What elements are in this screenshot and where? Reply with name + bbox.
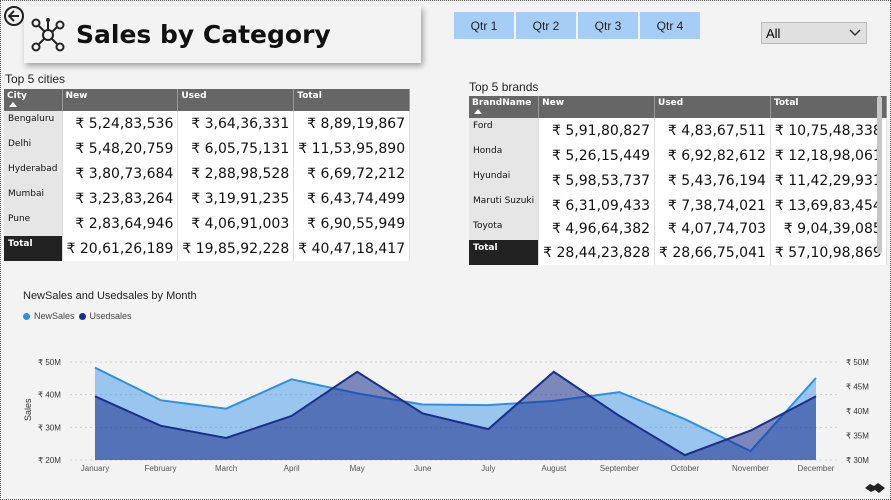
filter-selected-value: All: [766, 25, 781, 41]
y-tick-label-right: ₹ 30M: [846, 456, 869, 465]
col-header-new[interactable]: New: [62, 89, 179, 111]
page-title: Sales by Category: [76, 20, 331, 49]
quarter-slicer: Qtr 1 Qtr 2 Qtr 3 Qtr 4: [454, 12, 700, 39]
handshake-icon: [865, 483, 885, 493]
col-header-total[interactable]: Total: [770, 96, 887, 118]
y-tick-label-right: ₹ 35M: [846, 432, 869, 441]
qtr-4-button[interactable]: Qtr 4: [640, 12, 700, 39]
table-row: Hyderabad ₹ 3,80,73,684 ₹ 2,88,98,528 ₹ 6,6…: [4, 161, 411, 186]
qtr-1-button[interactable]: Qtr 1: [454, 12, 514, 39]
back-button[interactable]: [4, 6, 24, 26]
table-row: Toyota ₹ 4,96,64,382 ₹ 4,07,74,703 ₹ 9,04,3…: [469, 218, 887, 240]
qtr-3-button[interactable]: Qtr 3: [578, 12, 638, 39]
table-total-row: Total ₹ 20,61,26,189 ₹ 19,85,92,228 ₹ 40,47…: [4, 236, 411, 261]
x-tick-label: May: [350, 464, 365, 473]
x-tick-label: November: [732, 464, 769, 473]
x-tick-label: March: [215, 464, 237, 473]
col-header-city[interactable]: City: [4, 89, 63, 111]
table-row: Pune ₹ 2,83,64,946 ₹ 4,06,91,003 ₹ 6,90,55,…: [4, 211, 411, 236]
table-row: Delhi ₹ 5,48,20,759 ₹ 6,05,75,131 ₹ 11,53,9…: [4, 136, 411, 161]
x-tick-label: August: [541, 464, 567, 473]
table-row: Maruti Suzuki ₹ 6,31,09,433 ₹ 7,38,74,021 ₹…: [469, 193, 887, 218]
network-hub-icon: [31, 17, 65, 51]
table-row: Hyundai ₹ 5,98,53,737 ₹ 5,43,76,194 ₹ 11,42…: [469, 168, 887, 193]
legend-swatch-usedsales: [78, 312, 86, 320]
title-card: Sales by Category: [24, 6, 421, 63]
table-row: Bengaluru ₹ 5,24,83,536 ₹ 3,64,36,331 ₹ 8,8…: [4, 111, 411, 136]
table-row: Mumbai ₹ 3,23,83,264 ₹ 3,19,91,235 ₹ 6,43,7…: [4, 186, 411, 211]
y-axis-label: Sales: [23, 398, 33, 421]
arrow-left-icon: [7, 10, 19, 22]
x-tick-label: July: [481, 464, 495, 473]
x-tick-label: February: [145, 464, 177, 473]
sort-ascending-icon: [9, 102, 17, 107]
x-tick-label: December: [798, 464, 835, 473]
sort-ascending-icon: [474, 109, 482, 114]
area-chart: ₹ 20M ₹ 30M ₹ 40M ₹ 50M ₹ 30M ₹ 35M ₹ 40M ₹ 45M…: [23, 358, 869, 473]
y-tick-label-right: ₹ 50M: [846, 358, 869, 367]
cities-table-title: Top 5 cities: [5, 72, 66, 86]
table-row: Honda ₹ 5,26,15,449 ₹ 6,92,82,612 ₹ 12,18,9…: [469, 143, 887, 168]
y-tick-label-left: ₹ 20M: [38, 456, 61, 465]
col-header-new[interactable]: New: [538, 96, 656, 118]
table-row: Ford ₹ 5,91,80,827 ₹ 4,83,67,511 ₹ 10,75,48…: [469, 118, 887, 143]
y-tick-label-left: ₹ 40M: [38, 391, 61, 400]
x-tick-label: October: [671, 464, 700, 473]
legend-swatch-newsales: [23, 312, 30, 320]
table-total-row: Total ₹ 28,44,23,828 ₹ 28,66,75,041 ₹ 57,10…: [469, 240, 887, 265]
brands-scrollbar[interactable]: [877, 96, 882, 254]
y-tick-label-left: ₹ 50M: [38, 358, 61, 367]
x-tick-label: April: [284, 464, 300, 473]
col-header-brandname[interactable]: BrandName: [469, 96, 540, 118]
x-tick-label: January: [81, 464, 109, 473]
brands-matrix: BrandName New Used Total Ford ₹ 5,91,80,8…: [469, 96, 887, 265]
filter-dropdown[interactable]: All: [761, 22, 867, 44]
cities-matrix: City New Used Total Bengaluru ₹ 5,24,83,5…: [4, 89, 411, 261]
y-tick-label-left: ₹ 30M: [38, 423, 61, 432]
x-tick-label: September: [600, 464, 639, 473]
x-tick-label: June: [414, 464, 432, 473]
col-header-used[interactable]: Used: [654, 96, 771, 118]
qtr-2-button[interactable]: Qtr 2: [516, 12, 576, 39]
y-tick-label-right: ₹ 45M: [846, 383, 869, 392]
col-header-total[interactable]: Total: [293, 89, 411, 111]
brands-table-title: Top 5 brands: [469, 80, 539, 94]
chart-title: NewSales and Usedsales by Month: [23, 290, 197, 302]
col-header-used[interactable]: Used: [177, 89, 295, 111]
y-tick-label-right: ₹ 40M: [846, 407, 869, 416]
chevron-down-icon: [849, 29, 861, 37]
